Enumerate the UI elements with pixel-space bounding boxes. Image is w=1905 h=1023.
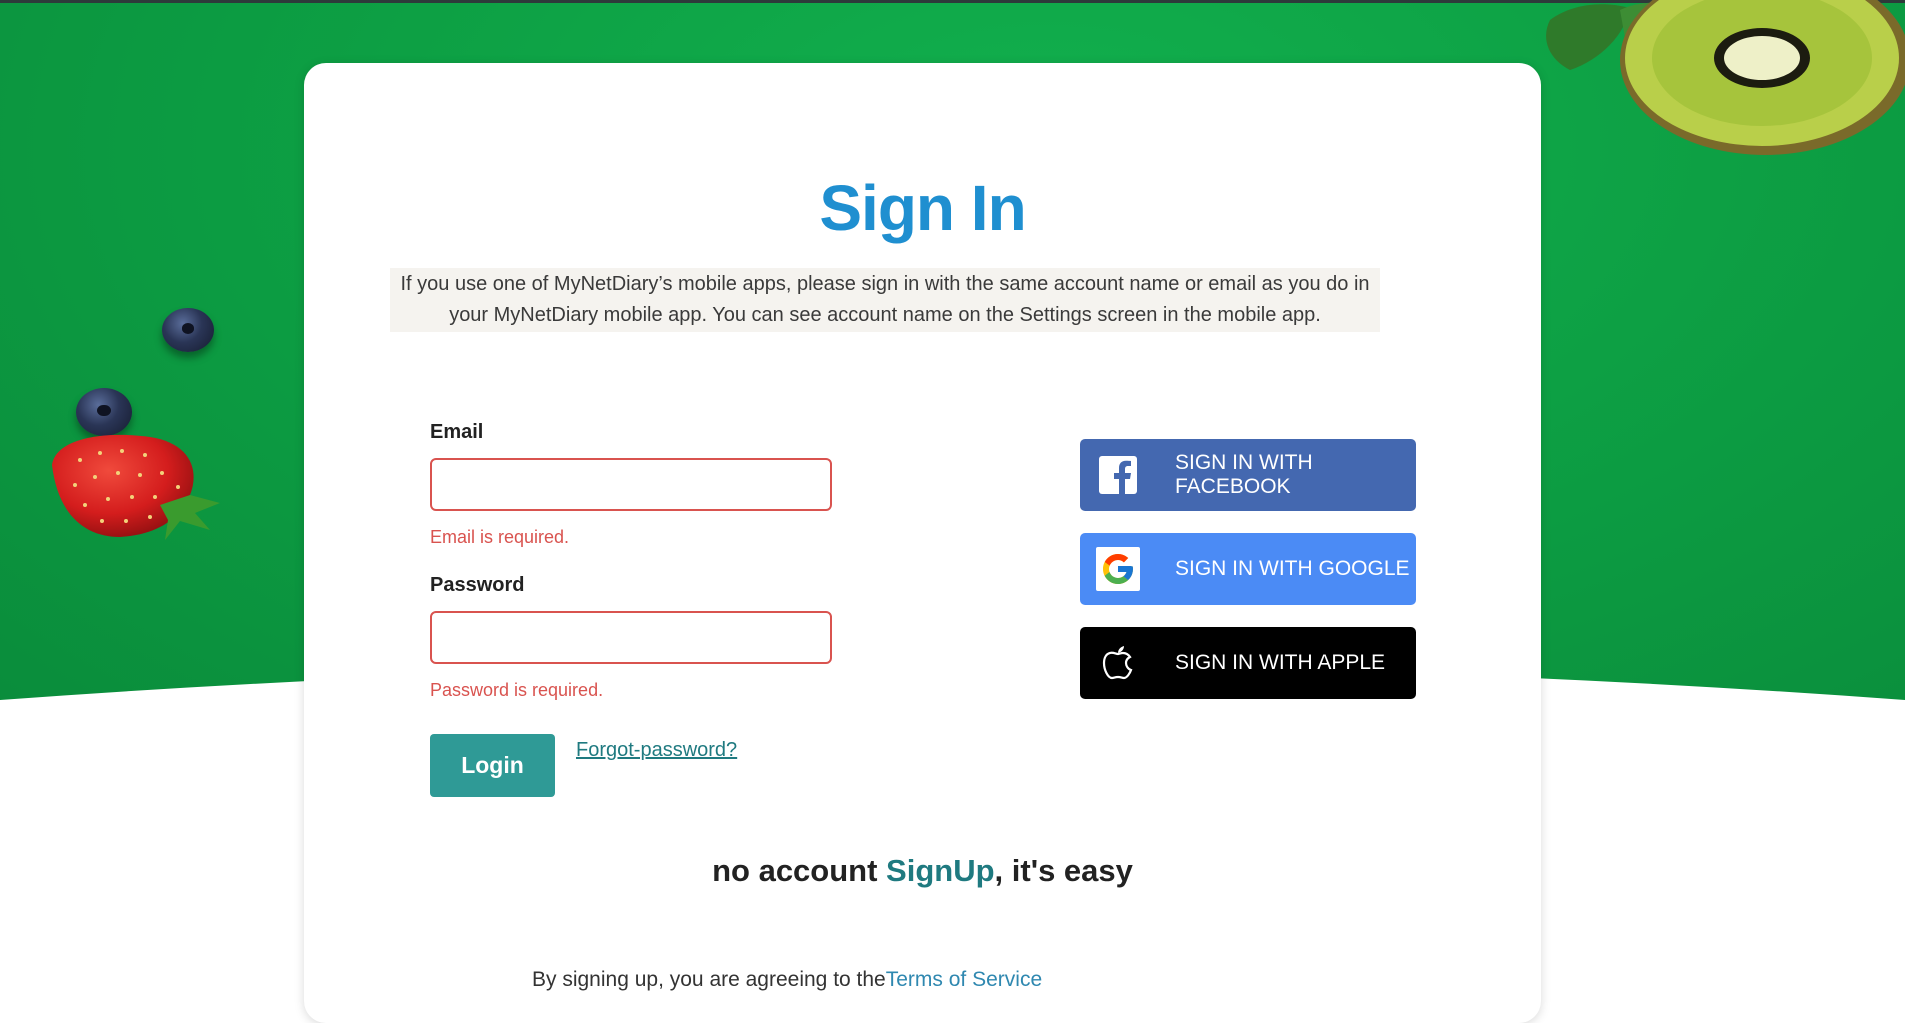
terms-notice: By signing up, you are agreeing to theTe… (532, 968, 1042, 992)
terms-prefix: By signing up, you are agreeing to the (532, 968, 886, 991)
sign-in-apple-button[interactable]: SIGN IN WITH APPLE (1080, 627, 1416, 699)
password-error: Password is required. (430, 680, 604, 700)
blueberry-image (162, 308, 214, 352)
email-label: Email (430, 421, 484, 443)
page-title: Sign In (819, 172, 1026, 244)
email-error: Email is required. (430, 527, 570, 547)
signup-link[interactable]: SignUp (886, 853, 995, 888)
forgot-password-link[interactable]: Forgot-password? (576, 739, 737, 762)
signup-prefix: no account (712, 853, 887, 888)
signup-suffix: , it's easy (994, 853, 1133, 888)
facebook-label: SIGN IN WITH FACEBOOK (1175, 451, 1313, 498)
sign-in-google-button[interactable]: SIGN IN WITH GOOGLE (1080, 533, 1416, 605)
sign-in-facebook-button[interactable]: SIGN IN WITH FACEBOOK (1080, 439, 1416, 511)
password-label: Password (430, 574, 525, 596)
kiwi-image (1546, 0, 1905, 155)
google-icon (1096, 547, 1140, 591)
login-button[interactable]: Login (430, 734, 555, 797)
google-label: SIGN IN WITH GOOGLE (1175, 557, 1410, 580)
strawberry-image (52, 434, 220, 540)
signup-prompt: no account SignUp, it's easy (304, 853, 1541, 889)
apple-label: SIGN IN WITH APPLE (1175, 651, 1386, 674)
sign-in-card: Sign In If you use one of MyNetDiary’s m… (304, 63, 1541, 1023)
email-input[interactable] (430, 458, 832, 511)
terms-of-service-link[interactable]: Terms of Service (886, 968, 1042, 991)
info-notice: If you use one of MyNetDiary’s mobile ap… (390, 268, 1380, 332)
apple-icon (1096, 641, 1140, 685)
password-input[interactable] (430, 611, 832, 664)
facebook-icon (1096, 453, 1140, 497)
